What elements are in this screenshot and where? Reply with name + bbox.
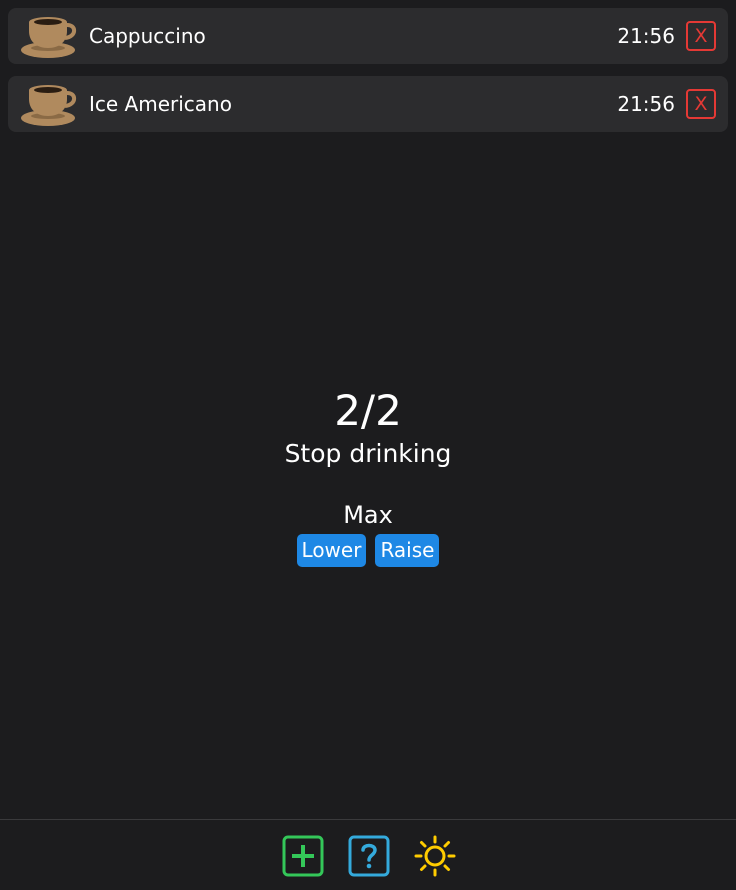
lower-button[interactable]: Lower (296, 534, 367, 567)
delete-button[interactable]: X (686, 21, 716, 51)
sun-icon[interactable] (414, 835, 456, 877)
bottom-toolbar (0, 819, 736, 890)
summary-panel: 2/2 Stop drinking Max Lower Raise (0, 386, 736, 567)
question-icon[interactable] (348, 835, 390, 877)
coffee-cup-icon (21, 17, 77, 58)
drink-name: Ice Americano (89, 92, 232, 116)
drink-name: Cappuccino (89, 24, 206, 48)
coffee-cup-icon (21, 85, 77, 126)
drink-time: 21:56 (617, 24, 675, 48)
raise-button[interactable]: Raise (375, 534, 440, 567)
limit-label: Max (343, 501, 393, 529)
drink-time: 21:56 (617, 92, 675, 116)
drink-entry: Cappuccino 21:56 X (8, 8, 728, 64)
limit-controls: Lower Raise (0, 534, 736, 567)
drink-count: 2/2 (334, 386, 402, 435)
status-message: Stop drinking (284, 439, 452, 468)
plus-icon[interactable] (282, 835, 324, 877)
drink-list: Cappuccino 21:56 X Ice Americano 21:56 X (8, 8, 728, 144)
app-root: Cappuccino 21:56 X Ice Americano 21:56 X… (0, 0, 736, 890)
delete-button[interactable]: X (686, 89, 716, 119)
drink-entry: Ice Americano 21:56 X (8, 76, 728, 132)
